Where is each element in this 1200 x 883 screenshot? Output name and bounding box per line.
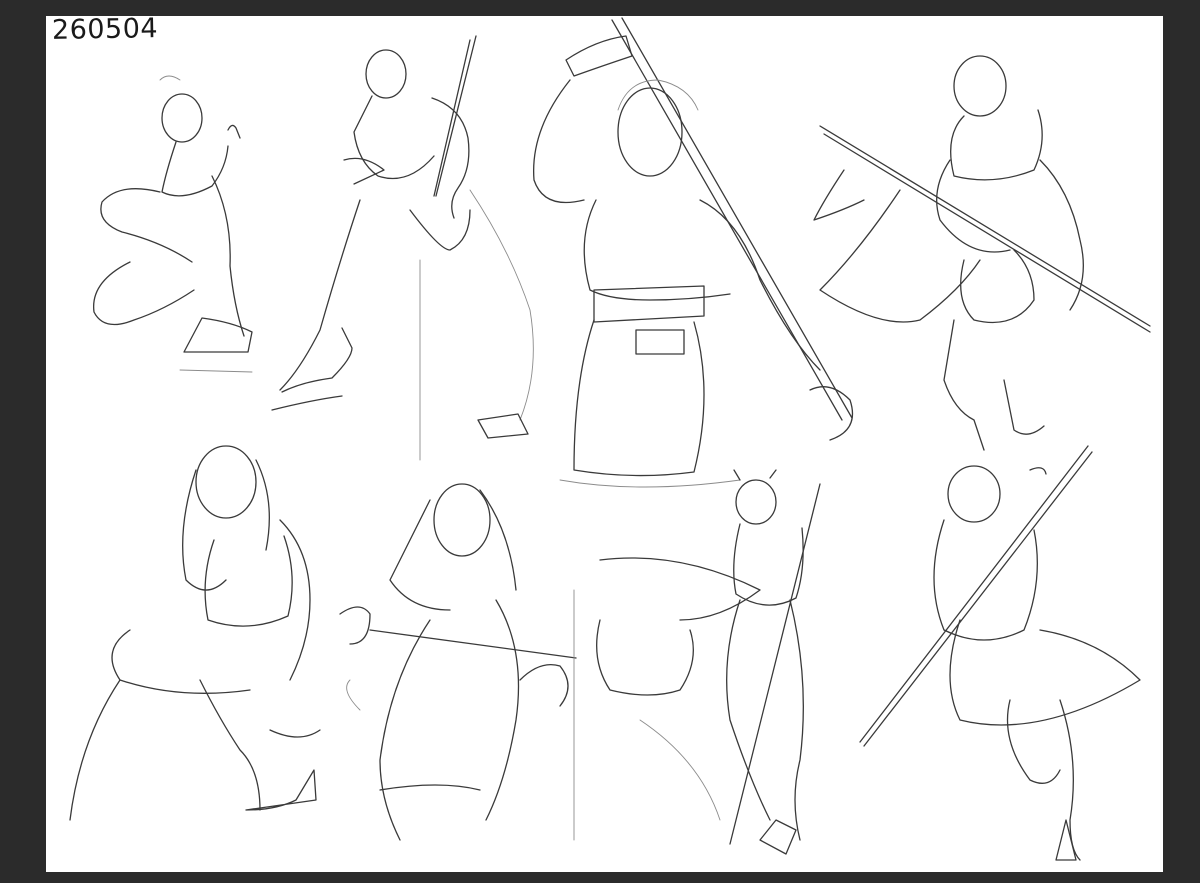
back-view-figure-sketch — [573, 469, 821, 855]
sheet-date-label: 260504 — [51, 13, 159, 46]
seated-figure-sketch — [69, 445, 321, 821]
sketch-layer — [69, 17, 1151, 861]
bow-pull-figure-sketch — [339, 483, 577, 841]
spear-kneeling-figure-sketch — [813, 55, 1151, 451]
crouching-figure-sketch — [93, 75, 253, 373]
staff-spin-figure-sketch — [859, 445, 1141, 861]
staff-raised-figure-sketch — [532, 17, 854, 488]
violin-figure-sketch — [271, 35, 534, 461]
